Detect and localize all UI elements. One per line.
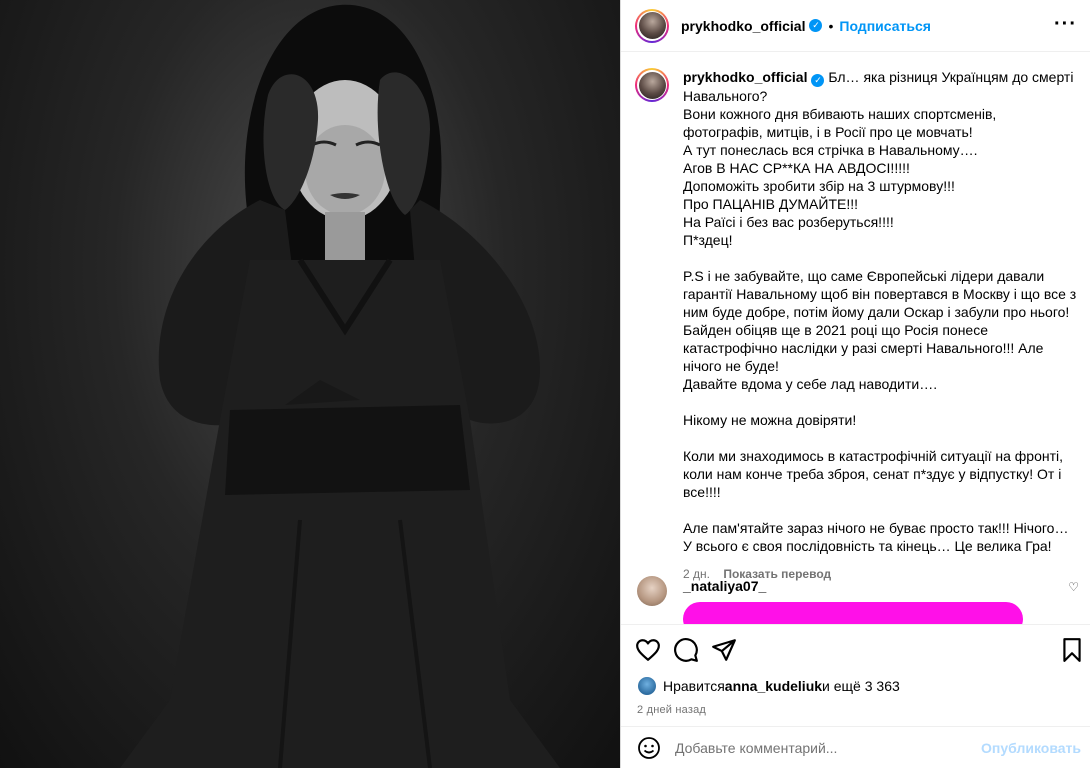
portrait-illustration (120, 4, 560, 768)
likes-prefix: Нравится (663, 678, 725, 694)
post-header: prykhodko_official ✓ • Подписаться ··· (621, 0, 1090, 52)
separator-dot: • (828, 17, 834, 34)
liker-username[interactable]: anna_kudeliuk (725, 678, 822, 694)
verified-icon: ✓ (809, 19, 823, 32)
caption-text: Бл… яка різниця Українцям до смерті Нава… (683, 69, 1077, 554)
comment-icon[interactable] (673, 637, 699, 663)
action-bar (621, 624, 1090, 674)
verified-icon: ✓ (811, 74, 825, 87)
bookmark-icon[interactable] (1059, 637, 1085, 663)
post-timestamp: 2 дней назад (637, 704, 707, 716)
comment-input[interactable] (673, 738, 977, 757)
post-photo[interactable] (0, 0, 620, 768)
author-username[interactable]: prykhodko_official (681, 18, 805, 34)
share-icon[interactable] (711, 637, 737, 663)
liker-avatar[interactable] (637, 676, 657, 696)
follow-button[interactable]: Подписаться (839, 18, 931, 34)
emoji-icon[interactable] (637, 736, 661, 760)
add-comment-bar: Опубликовать (621, 726, 1090, 768)
heart-icon[interactable] (635, 637, 661, 663)
comment-avatar[interactable] (637, 576, 667, 606)
caption-body: prykhodko_official ✓ Бл… яка різниця Укра… (683, 68, 1079, 555)
comments-section[interactable]: prykhodko_official ✓ Бл… яка різниця Укра… (621, 52, 1090, 624)
comment-item: _nataliya07_ ♡ (635, 576, 1079, 624)
likes-count[interactable]: и ещё 3 363 (822, 678, 900, 694)
publish-button[interactable]: Опубликовать (981, 740, 1081, 756)
comment-username[interactable]: _nataliya07_ (683, 578, 766, 594)
caption: prykhodko_official ✓ Бл… яка різниця Укра… (635, 68, 1079, 581)
comment-like-icon[interactable]: ♡ (1068, 580, 1079, 594)
author-avatar[interactable] (635, 8, 669, 43)
caption-avatar[interactable] (635, 68, 669, 102)
post-panel: prykhodko_official ✓ • Подписаться ··· p… (620, 0, 1090, 768)
comment-redacted-bar (683, 602, 1023, 624)
likes-summary: Нравится anna_kudeliuk и ещё 3 363 (637, 676, 900, 696)
more-icon[interactable]: ··· (1054, 14, 1077, 34)
caption-username[interactable]: prykhodko_official (683, 69, 807, 85)
